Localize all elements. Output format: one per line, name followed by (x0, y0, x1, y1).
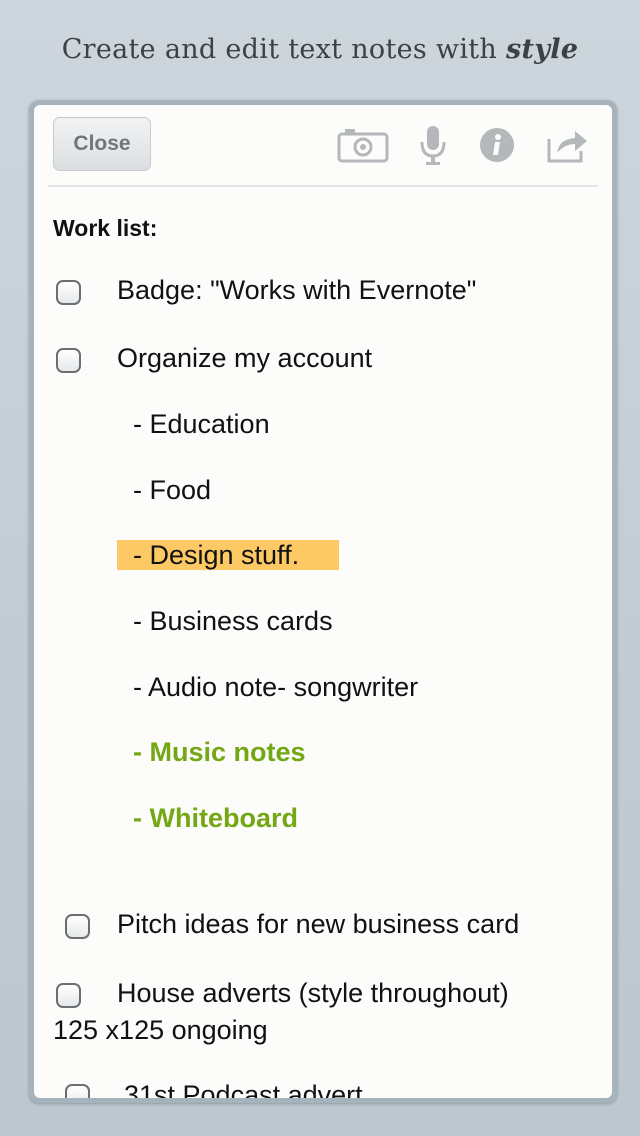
tagline: Create and edit text notes with style (0, 34, 640, 65)
list-item: - Education (133, 409, 270, 439)
checkbox[interactable] (65, 1084, 90, 1098)
whiteboard-link[interactable]: - Whiteboard (133, 803, 298, 834)
checkbox[interactable] (56, 348, 81, 373)
audio-note-link[interactable]: - Music notes (133, 737, 306, 768)
note-heading: Work list: (53, 215, 158, 241)
checkbox[interactable] (65, 914, 90, 939)
list-item: Organize my account (117, 343, 373, 373)
checkbox[interactable] (56, 280, 81, 305)
list-item: House adverts (style throughout) (117, 978, 509, 1008)
list-item: - Business cards (133, 606, 333, 636)
highlighted-list-item: - Design stuff. (117, 540, 340, 571)
note-body[interactable]: Work list: Badge: "Works with Evernote" … (34, 105, 612, 1098)
list-item: Badge: "Works with Evernote" (117, 275, 477, 305)
list-item: - Audio note- songwriter (133, 672, 419, 702)
checkbox[interactable] (56, 983, 81, 1008)
list-item: 31st Podcast advert (124, 1080, 363, 1098)
tagline-emphasis: style (506, 34, 579, 65)
list-item: - Food (133, 475, 212, 505)
note-paper: Close Work list: Badge: "Works with Ever… (34, 105, 612, 1098)
note-card: Close Work list: Badge: "Works with Ever… (29, 100, 617, 1103)
tagline-text: Create and edit text notes with (61, 34, 498, 65)
list-item-continuation: 125 x125 ongoing (53, 1015, 268, 1045)
highlight-text: - Design stuff. (117, 540, 340, 570)
list-item: Pitch ideas for new business card (117, 909, 520, 939)
